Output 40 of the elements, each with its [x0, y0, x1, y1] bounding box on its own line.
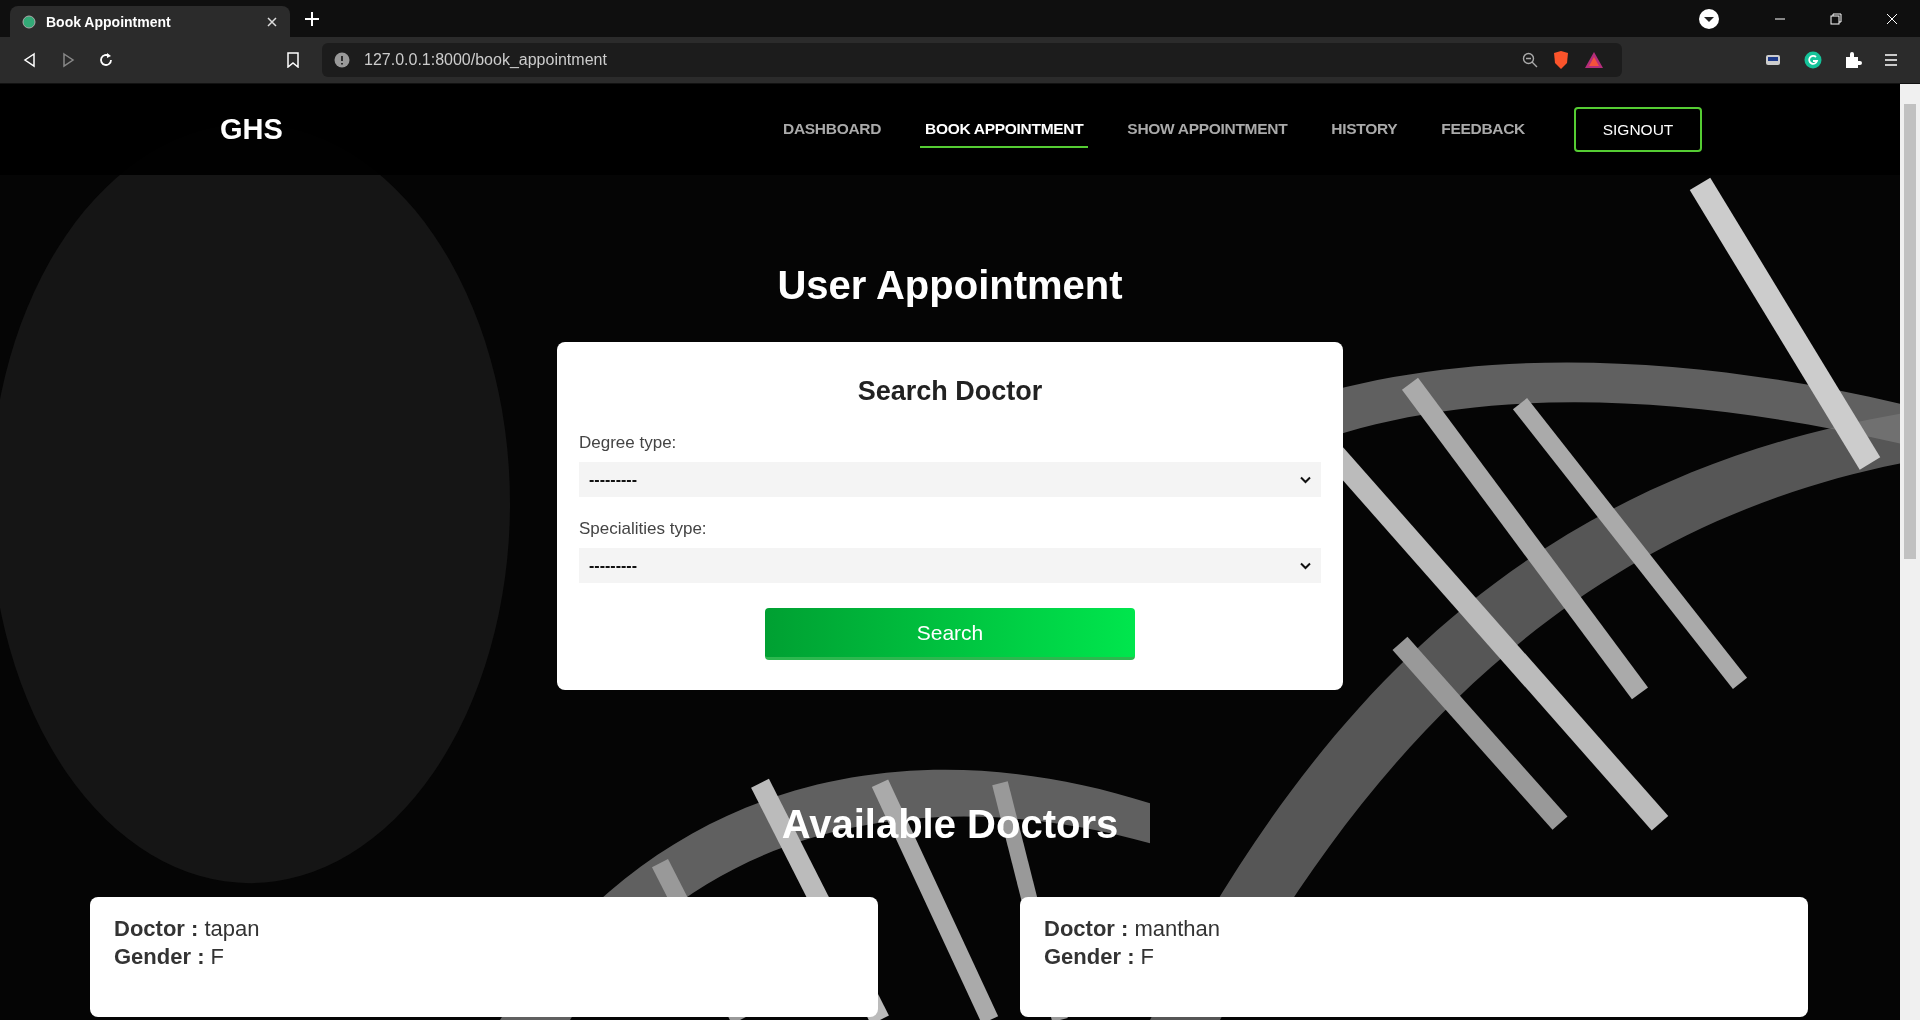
address-bar[interactable]: 127.0.0.1:8000/book_appointment — [322, 43, 1622, 77]
download-icon[interactable] — [1698, 7, 1720, 30]
bookmark-icon[interactable] — [286, 52, 300, 68]
scrollbar[interactable] — [1900, 84, 1920, 1020]
field-label: Specialities type: — [579, 519, 708, 539]
field-label: Degree type: — [579, 433, 678, 453]
nav-link[interactable]: FEEDBACK — [1436, 111, 1530, 148]
restore-icon[interactable] — [1830, 12, 1842, 25]
nav-link[interactable]: BOOK APPOINTMENT — [920, 111, 1089, 148]
back-icon[interactable] — [22, 52, 38, 68]
doctor-detail: Gender : F — [1044, 943, 1156, 971]
chevron-down-icon — [1300, 475, 1311, 484]
page-title: User Appointment — [777, 263, 1123, 308]
lion-shield-icon[interactable] — [1552, 50, 1570, 70]
menu-icon[interactable] — [1884, 53, 1898, 67]
doctor-detail: Doctor : manthan — [1044, 915, 1222, 943]
dropdown-select[interactable]: --------- — [579, 462, 1321, 497]
nav-link[interactable]: DASHBOARD — [778, 111, 887, 148]
browser-tab[interactable]: Book Appointment — [10, 6, 290, 37]
globe-icon — [22, 14, 36, 29]
chevron-down-icon — [1300, 561, 1311, 570]
forward-icon[interactable] — [60, 52, 76, 68]
close-icon[interactable] — [266, 15, 278, 28]
tab-title: Book Appointment — [46, 13, 172, 30]
nav-link[interactable]: SHOW APPOINTMENT — [1122, 111, 1293, 148]
reload-icon[interactable] — [98, 52, 114, 68]
nav-link[interactable]: HISTORY — [1326, 111, 1403, 148]
puzzle-icon[interactable] — [1844, 51, 1862, 69]
dropdown-select[interactable]: --------- — [579, 548, 1321, 583]
brand-logo[interactable]: GHS — [220, 113, 779, 146]
new-tab-icon[interactable] — [304, 10, 320, 27]
g-circle-icon[interactable] — [1804, 51, 1822, 69]
url-text: 127.0.0.1:8000/book_appointment — [364, 51, 607, 69]
doctor-detail: Doctor : tapan — [114, 915, 261, 943]
info-icon — [334, 52, 350, 68]
signout-button[interactable]: SIGNOUT — [1574, 107, 1702, 152]
card-heading: Search Doctor — [856, 376, 1044, 407]
triangle-icon[interactable] — [1584, 51, 1604, 69]
doctor-detail: Gender : F — [114, 943, 226, 971]
zoom-icon[interactable] — [1522, 52, 1538, 68]
